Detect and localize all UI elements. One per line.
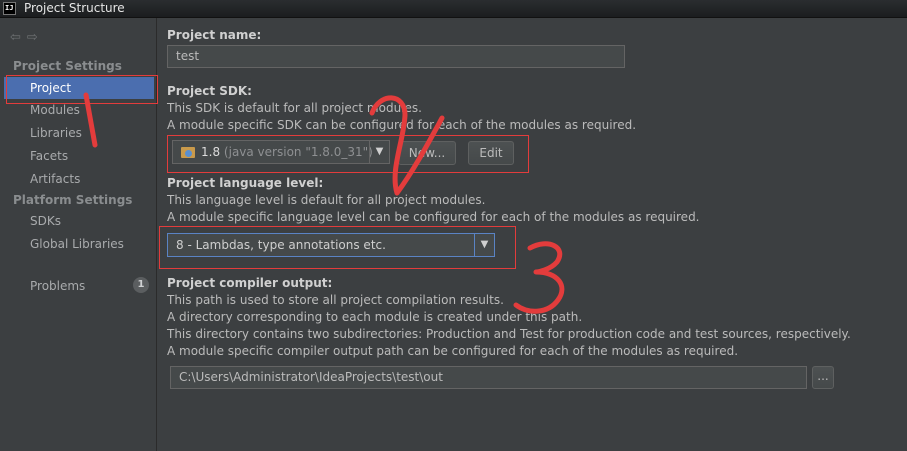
platform-settings-header: Platform Settings (13, 193, 133, 207)
sdk-description-1: This SDK is default for all project modu… (167, 101, 422, 115)
title-bar: IJ Project Structure (0, 0, 907, 18)
arrow-left-icon[interactable]: ⇦ (10, 30, 27, 45)
window-title: Project Structure (24, 1, 125, 15)
intellij-logo-icon: IJ (3, 2, 16, 15)
sidebar-item-libraries[interactable]: Libraries (30, 126, 82, 140)
sidebar-item-global-libraries[interactable]: Global Libraries (30, 237, 124, 251)
sidebar-item-modules[interactable]: Modules (30, 103, 80, 117)
project-name-label: Project name: (167, 28, 262, 42)
project-settings-header: Project Settings (13, 59, 122, 73)
language-description-1: This language level is default for all p… (167, 193, 486, 207)
output-description-2: A directory corresponding to each module… (167, 310, 583, 324)
browse-button[interactable]: ... (812, 366, 834, 389)
annotation-box-sdk (167, 135, 529, 173)
compiler-output-label: Project compiler output: (167, 276, 333, 290)
annotation-box-project (6, 75, 158, 104)
project-sdk-label: Project SDK: (167, 84, 252, 98)
output-description-3: This directory contains two subdirectori… (167, 327, 851, 341)
sidebar-item-facets[interactable]: Facets (30, 149, 68, 163)
output-description-4: A module specific compiler output path c… (167, 344, 739, 358)
language-level-label: Project language level: (167, 176, 324, 190)
sidebar-item-sdks[interactable]: SDKs (30, 214, 61, 228)
nav-arrows: ⇦⇨ (10, 30, 44, 45)
project-name-input[interactable]: test (167, 45, 625, 68)
sidebar-item-problems[interactable]: Problems (30, 279, 85, 293)
sidebar-item-artifacts[interactable]: Artifacts (30, 172, 80, 186)
problems-count-badge: 1 (133, 277, 149, 293)
language-description-2: A module specific language level can be … (167, 210, 700, 224)
output-description-1: This path is used to store all project c… (167, 293, 504, 307)
sdk-description-2: A module specific SDK can be configured … (167, 118, 637, 132)
arrow-right-icon[interactable]: ⇨ (27, 30, 44, 45)
annotation-box-language-level (159, 226, 516, 269)
compiler-output-path-input[interactable]: C:\Users\Administrator\IdeaProjects\test… (170, 366, 807, 389)
